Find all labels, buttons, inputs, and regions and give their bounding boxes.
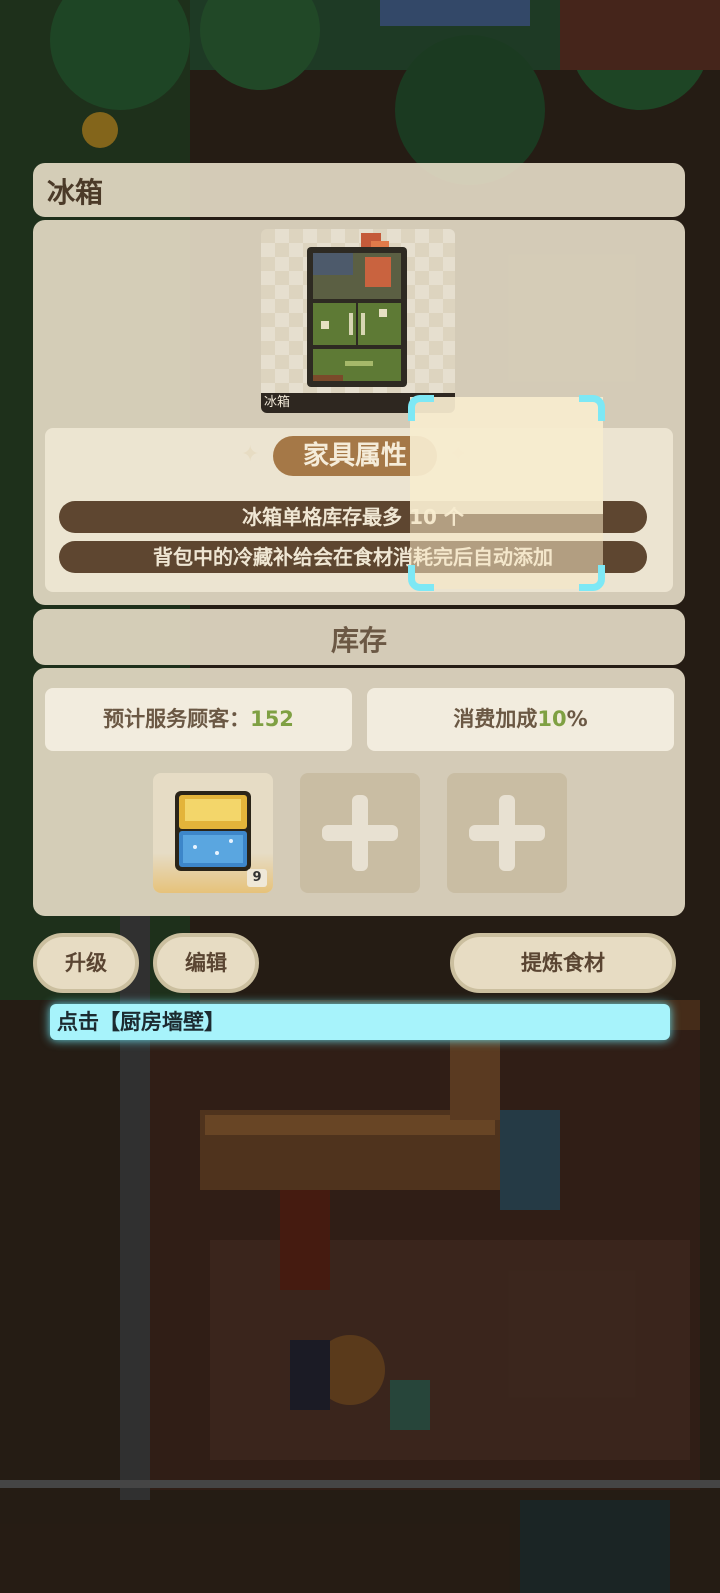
refine-ingredients-button[interactable]: 提炼食材: [450, 933, 676, 993]
item-count-badge: 9: [247, 869, 267, 887]
dialog-title: 冰箱: [47, 176, 104, 209]
expected-customers-stat: 预计服务顾客：152: [45, 688, 352, 751]
expected-customers-value: 152: [250, 707, 294, 731]
fridge-icon: [307, 233, 407, 387]
frame-corner-icon: [408, 565, 434, 591]
highlight-glow: [410, 397, 603, 514]
furniture-preview-card: 冰箱: [261, 229, 455, 413]
frame-corner-icon: [408, 395, 434, 421]
stock-header: 库存: [33, 609, 685, 665]
add-icon: [469, 795, 545, 871]
spending-bonus-value: 10: [537, 707, 567, 731]
sparkle-icon: ✦: [241, 442, 260, 467]
spending-bonus-unit: %: [566, 707, 588, 731]
expected-customers-label: 预计服务顾客：: [103, 707, 251, 731]
frame-corner-icon: [579, 395, 605, 421]
add-icon: [322, 795, 398, 871]
stock-title: 库存: [330, 624, 387, 657]
dialog-title-bar: 冰箱: [33, 163, 685, 217]
add-stock-slot-button[interactable]: [447, 773, 567, 893]
frame-corner-icon: [579, 565, 605, 591]
tutorial-hint-bar: 点击【厨房墙壁】: [50, 1004, 670, 1040]
stock-slot-filled[interactable]: 9: [153, 773, 273, 893]
stock-panel: 预计服务顾客：152 消费加成10% 9: [33, 668, 685, 916]
cold-storage-crate-icon: [175, 791, 251, 871]
edit-button[interactable]: 编辑: [153, 933, 259, 993]
upgrade-button[interactable]: 升级: [33, 933, 139, 993]
spending-bonus-label: 消费加成: [453, 707, 538, 731]
spending-bonus-stat: 消费加成10%: [367, 688, 674, 751]
tutorial-highlight-frame[interactable]: [408, 395, 605, 591]
add-stock-slot-button[interactable]: [300, 773, 420, 893]
